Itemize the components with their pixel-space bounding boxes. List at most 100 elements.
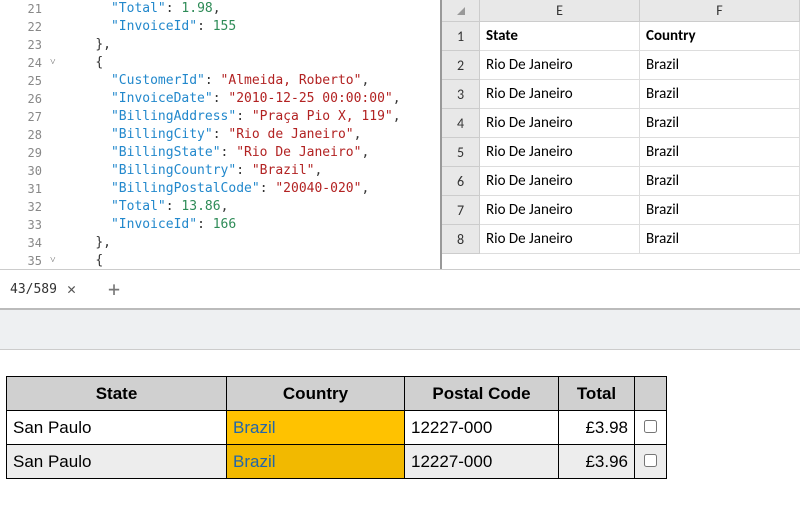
select-all-corner[interactable] (442, 0, 480, 22)
code-line[interactable]: "Total": 13.86, (64, 198, 228, 216)
line-number: 26 (0, 90, 50, 108)
fold-icon (50, 108, 64, 126)
data-grid[interactable]: StateCountryPostal CodeTotal San PauloBr… (6, 376, 667, 479)
cell[interactable]: Rio De Janeiro (480, 80, 640, 109)
cell-country[interactable]: Brazil (227, 411, 405, 445)
line-number: 21 (0, 0, 50, 18)
fold-icon (50, 18, 64, 36)
line-number: 34 (0, 234, 50, 252)
fold-icon[interactable]: ˅ (50, 54, 64, 72)
line-number: 33 (0, 216, 50, 234)
code-line[interactable]: "InvoiceId": 166 (64, 216, 236, 234)
row-header[interactable]: 3 (442, 80, 480, 109)
data-grid-area: StateCountryPostal CodeTotal San PauloBr… (0, 350, 800, 479)
cell[interactable]: Rio De Janeiro (480, 196, 640, 225)
row-header[interactable]: 5 (442, 138, 480, 167)
code-line[interactable]: }, (64, 234, 111, 252)
row-header[interactable]: 7 (442, 196, 480, 225)
tab-bar: 43/589 ✕ + (0, 270, 800, 310)
line-number: 25 (0, 72, 50, 90)
code-line[interactable]: "InvoiceId": 155 (64, 18, 236, 36)
fold-icon (50, 234, 64, 252)
cell-total[interactable]: £3.96 (559, 445, 635, 479)
row-header[interactable]: 2 (442, 51, 480, 80)
code-line[interactable]: "BillingState": "Rio De Janeiro", (64, 144, 369, 162)
fold-icon (50, 36, 64, 54)
grid-header[interactable]: Country (227, 377, 405, 411)
line-number: 31 (0, 180, 50, 198)
fold-icon (50, 144, 64, 162)
cell-state[interactable]: San Paulo (7, 411, 227, 445)
cell-checkbox[interactable] (635, 445, 667, 479)
cell-state[interactable]: San Paulo (7, 445, 227, 479)
row-checkbox[interactable] (644, 420, 657, 433)
cell[interactable]: Brazil (640, 109, 800, 138)
line-number: 28 (0, 126, 50, 144)
code-line[interactable]: "BillingCountry": "Brazil", (64, 162, 322, 180)
cell[interactable]: Rio De Janeiro (480, 167, 640, 196)
cell[interactable]: Brazil (640, 225, 800, 254)
code-line[interactable]: { (64, 54, 103, 72)
table-row[interactable]: San PauloBrazil12227-000£3.96 (7, 445, 667, 479)
row-header[interactable]: 6 (442, 167, 480, 196)
cell[interactable]: Brazil (640, 80, 800, 109)
line-number: 27 (0, 108, 50, 126)
cell-postal[interactable]: 12227-000 (405, 411, 559, 445)
cell[interactable]: Rio De Janeiro (480, 138, 640, 167)
cell-postal[interactable]: 12227-000 (405, 445, 559, 479)
grid-header[interactable] (635, 377, 667, 411)
grid-header[interactable]: State (7, 377, 227, 411)
code-line[interactable]: "BillingAddress": "Praça Pio X, 119", (64, 108, 401, 126)
fold-icon (50, 90, 64, 108)
fold-icon (50, 180, 64, 198)
code-line[interactable]: "Total": 1.98, (64, 0, 221, 18)
code-line[interactable]: "InvoiceDate": "2010-12-25 00:00:00", (64, 90, 401, 108)
column-header[interactable]: F (640, 0, 800, 22)
table-row[interactable]: San PauloBrazil12227-000£3.98 (7, 411, 667, 445)
fold-icon[interactable]: ˅ (50, 252, 64, 269)
cell[interactable]: Brazil (640, 167, 800, 196)
spreadsheet[interactable]: EF1StateCountry2Rio De JaneiroBrazil3Rio… (440, 0, 800, 269)
line-number: 24 (0, 54, 50, 72)
fold-icon (50, 72, 64, 90)
cell[interactable]: State (480, 22, 640, 51)
fold-icon (50, 216, 64, 234)
code-editor[interactable]: 21 "Total": 1.98, 22 "InvoiceId": 155 23 }… (0, 0, 440, 269)
cell[interactable]: Brazil (640, 196, 800, 225)
line-number: 35 (0, 252, 50, 269)
fold-icon (50, 162, 64, 180)
line-number: 30 (0, 162, 50, 180)
column-header[interactable]: E (480, 0, 640, 22)
close-icon[interactable]: ✕ (67, 280, 76, 298)
cell[interactable]: Rio De Janeiro (480, 225, 640, 254)
cell[interactable]: Rio De Janeiro (480, 51, 640, 80)
cell-checkbox[interactable] (635, 411, 667, 445)
toolbar-area (0, 310, 800, 350)
cell-country[interactable]: Brazil (227, 445, 405, 479)
grid-header[interactable]: Postal Code (405, 377, 559, 411)
cell[interactable]: Brazil (640, 138, 800, 167)
grid-header[interactable]: Total (559, 377, 635, 411)
row-header[interactable]: 1 (442, 22, 480, 51)
code-line[interactable]: { (64, 252, 103, 269)
fold-icon (50, 126, 64, 144)
add-tab-icon[interactable]: + (108, 277, 120, 301)
row-checkbox[interactable] (644, 454, 657, 467)
cell[interactable]: Country (640, 22, 800, 51)
code-line[interactable]: "BillingPostalCode": "20040-020", (64, 180, 369, 198)
line-number: 32 (0, 198, 50, 216)
line-number: 23 (0, 36, 50, 54)
cell-total[interactable]: £3.98 (559, 411, 635, 445)
row-header[interactable]: 4 (442, 109, 480, 138)
fold-icon (50, 198, 64, 216)
code-line[interactable]: "CustomerId": "Almeida, Roberto", (64, 72, 369, 90)
code-line[interactable]: "BillingCity": "Rio de Janeiro", (64, 126, 361, 144)
cell[interactable]: Rio De Janeiro (480, 109, 640, 138)
line-number: 22 (0, 18, 50, 36)
tab-label: 43/589 (10, 282, 57, 297)
fold-icon (50, 0, 64, 18)
code-line[interactable]: }, (64, 36, 111, 54)
row-header[interactable]: 8 (442, 225, 480, 254)
tab-active[interactable]: 43/589 ✕ (0, 271, 90, 307)
cell[interactable]: Brazil (640, 51, 800, 80)
